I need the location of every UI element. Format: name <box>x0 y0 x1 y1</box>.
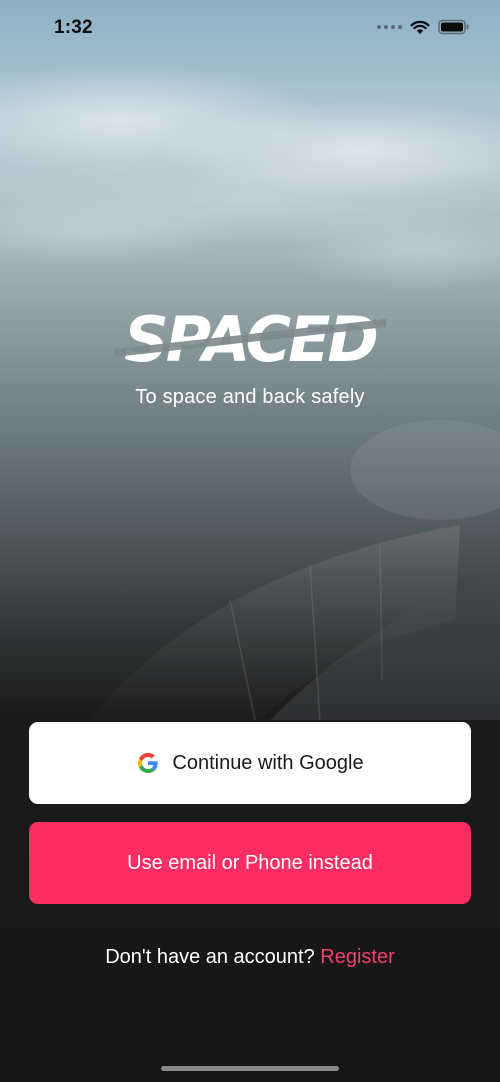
background-image <box>0 65 500 721</box>
register-link[interactable]: Register <box>320 946 394 968</box>
google-button-label: Continue with Google <box>172 751 364 774</box>
continue-with-google-button[interactable]: Continue with Google <box>29 722 471 804</box>
status-bar: 1:32 <box>0 0 500 56</box>
login-screen: 1:32 SPACED <box>0 0 500 1082</box>
use-email-or-phone-button[interactable]: Use email or Phone instead <box>29 822 471 904</box>
google-icon <box>138 753 158 773</box>
spaced-logo: SPACED <box>114 305 386 371</box>
home-indicator[interactable] <box>161 1066 339 1071</box>
email-button-label: Use email or Phone instead <box>127 851 373 874</box>
status-time: 1:32 <box>54 17 93 38</box>
status-icons <box>377 19 470 35</box>
wifi-icon <box>410 20 430 35</box>
battery-icon <box>438 19 470 35</box>
register-row: Don't have an account? Register <box>0 946 500 969</box>
tagline: To space and back safely <box>135 386 365 408</box>
signal-dots-icon <box>377 25 402 29</box>
register-prompt: Don't have an account? <box>105 946 315 968</box>
